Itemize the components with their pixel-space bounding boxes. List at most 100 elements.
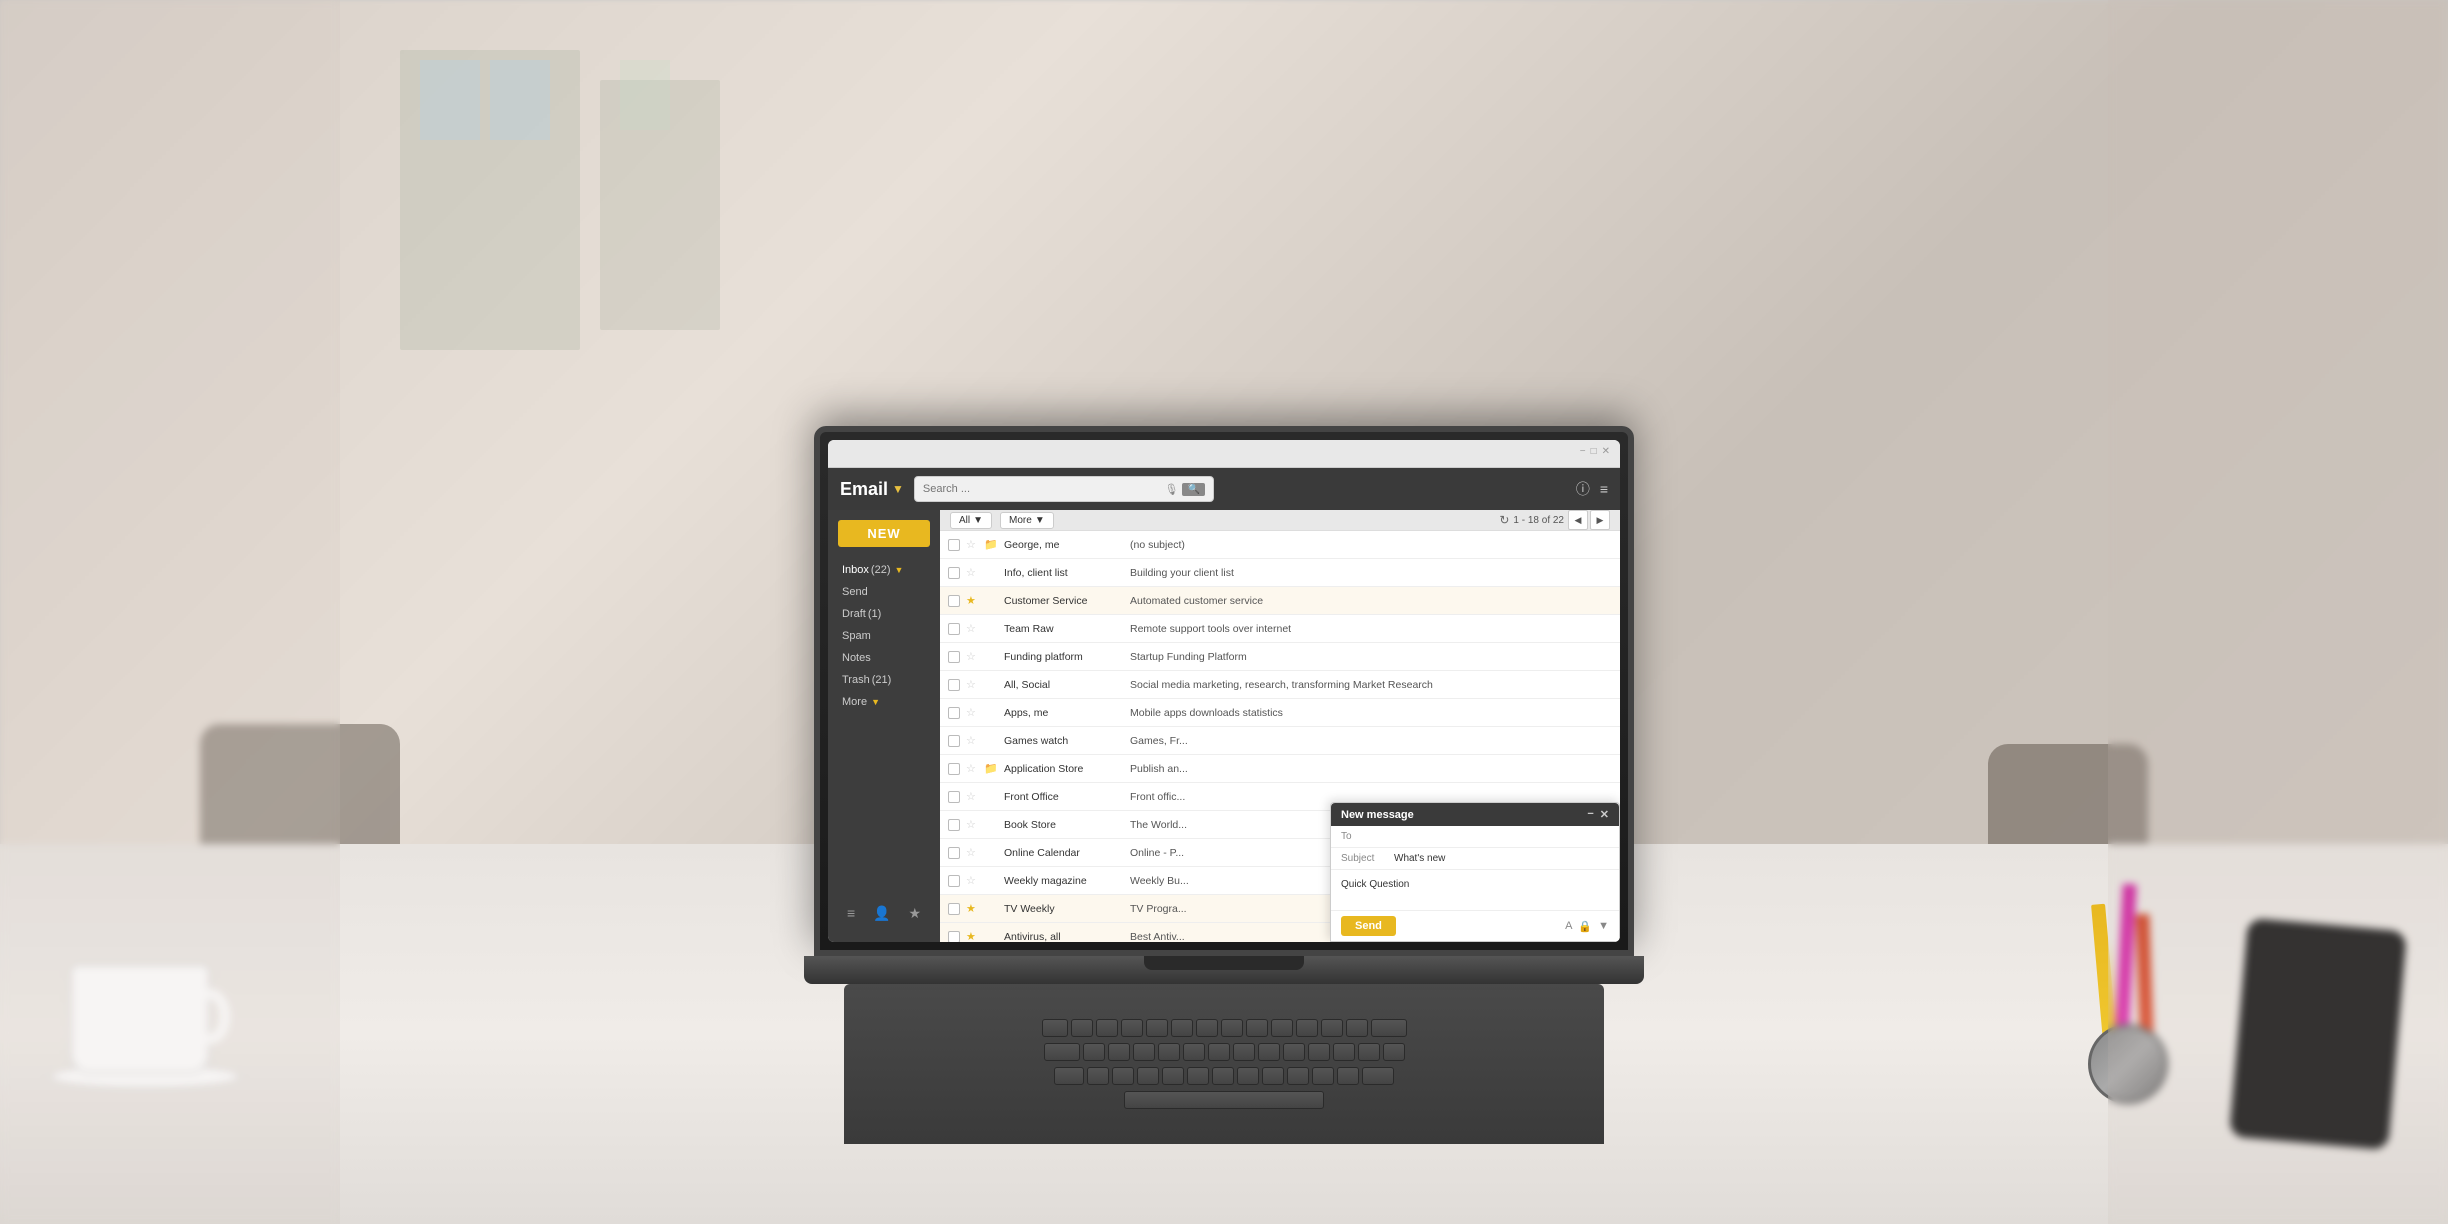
email-checkbox-2[interactable] — [948, 595, 960, 607]
email-flag-2[interactable]: ★ — [966, 594, 978, 607]
sidebar-item-trash[interactable]: Trash (21) — [828, 669, 940, 691]
email-checkbox-14[interactable] — [948, 931, 960, 943]
email-sender-0: George, me — [1004, 539, 1124, 551]
to-input[interactable] — [1394, 831, 1609, 842]
page-nav: ◀ ▶ — [1568, 510, 1610, 530]
search-icon[interactable]: 🔍 — [1182, 483, 1204, 496]
email-checkbox-5[interactable] — [948, 679, 960, 691]
sidebar-item-inbox[interactable]: Inbox (22) ▼ — [828, 559, 940, 581]
info-icon[interactable]: ⓘ — [1576, 479, 1590, 499]
email-flag-10[interactable]: ☆ — [966, 818, 978, 831]
text-format-icon[interactable]: A — [1565, 920, 1572, 933]
email-folder-icon-12 — [984, 875, 998, 887]
email-checkbox-7[interactable] — [948, 735, 960, 747]
popup-close-button[interactable]: ✕ — [1600, 808, 1609, 821]
email-flag-12[interactable]: ☆ — [966, 874, 978, 887]
email-checkbox-1[interactable] — [948, 567, 960, 579]
popup-minimize-button[interactable]: − — [1587, 808, 1593, 821]
subject-label: Subject — [1341, 853, 1386, 864]
email-checkbox-12[interactable] — [948, 875, 960, 887]
email-flag-5[interactable]: ☆ — [966, 678, 978, 691]
email-subject-3: Remote support tools over internet — [1130, 623, 1612, 635]
email-flag-6[interactable]: ☆ — [966, 706, 978, 719]
trash-label: Trash — [842, 674, 870, 686]
email-checkbox-6[interactable] — [948, 707, 960, 719]
sidebar-item-send[interactable]: Send — [828, 581, 940, 603]
lock-icon[interactable]: 🔒 — [1578, 920, 1592, 933]
email-sender-3: Team Raw — [1004, 623, 1124, 635]
email-row[interactable]: ☆ Info, client list Building your client… — [940, 559, 1620, 587]
email-flag-11[interactable]: ☆ — [966, 846, 978, 859]
email-row[interactable]: ☆ All, Social Social media marketing, re… — [940, 671, 1620, 699]
more-options-icon[interactable]: ▼ — [1598, 920, 1609, 933]
mic-icon[interactable]: 🎙 — [1165, 483, 1179, 496]
email-subject-1: Building your client list — [1130, 567, 1612, 579]
email-sender-12: Weekly magazine — [1004, 875, 1124, 887]
popup-header-btns: − ✕ — [1587, 808, 1609, 821]
send-button[interactable]: Send — [1341, 916, 1396, 936]
email-subject-6: Mobile apps downloads statistics — [1130, 707, 1612, 719]
sidebar-item-draft[interactable]: Draft (1) — [828, 603, 940, 625]
app-body: NEW Inbox (22) ▼ Send — [828, 510, 1620, 942]
email-checkbox-3[interactable] — [948, 623, 960, 635]
email-row[interactable]: ☆ Games watch Games, Fr... — [940, 727, 1620, 755]
email-folder-icon-4 — [984, 651, 998, 663]
email-row[interactable]: ★ Customer Service Automated customer se… — [940, 587, 1620, 615]
email-flag-4[interactable]: ☆ — [966, 650, 978, 663]
email-checkbox-13[interactable] — [948, 903, 960, 915]
email-flag-14[interactable]: ★ — [966, 930, 978, 942]
pagination-info: ↻ 1 - 18 of 22 ◀ ▶ — [1499, 510, 1610, 530]
more-button[interactable]: More ▼ — [1000, 512, 1054, 529]
notes-label: Notes — [842, 652, 871, 664]
inbox-badge: (22) — [871, 564, 891, 576]
favorites-icon[interactable]: ★ — [908, 905, 921, 922]
email-checkbox-0[interactable] — [948, 539, 960, 551]
search-input[interactable] — [923, 483, 1161, 495]
title-dropdown-arrow[interactable]: ▼ — [892, 482, 904, 496]
email-folder-icon-2 — [984, 595, 998, 607]
spam-label: Spam — [842, 630, 871, 642]
email-folder-icon-10 — [984, 819, 998, 831]
email-subject-0: (no subject) — [1130, 539, 1612, 551]
maximize-button[interactable]: □ — [1591, 446, 1597, 457]
sidebar-item-notes[interactable]: Notes — [828, 647, 940, 669]
header-right: ⓘ ≡ — [1576, 479, 1608, 499]
settings-icon[interactable]: ≡ — [847, 905, 855, 922]
email-checkbox-9[interactable] — [948, 791, 960, 803]
close-button[interactable]: ✕ — [1602, 446, 1610, 457]
email-row[interactable]: ☆ 📁 Application Store Publish an... — [940, 755, 1620, 783]
email-checkbox-8[interactable] — [948, 763, 960, 775]
prev-page-button[interactable]: ◀ — [1568, 510, 1588, 530]
email-flag-1[interactable]: ☆ — [966, 566, 978, 579]
next-page-button[interactable]: ▶ — [1590, 510, 1610, 530]
email-subject-2: Automated customer service — [1130, 595, 1612, 607]
email-flag-13[interactable]: ★ — [966, 902, 978, 915]
all-button[interactable]: All ▼ — [950, 512, 992, 529]
email-flag-0[interactable]: ☆ — [966, 538, 978, 551]
minimize-button[interactable]: − — [1580, 446, 1586, 457]
refresh-icon[interactable]: ↻ — [1499, 513, 1509, 527]
email-flag-8[interactable]: ☆ — [966, 762, 978, 775]
email-flag-7[interactable]: ☆ — [966, 734, 978, 747]
email-row[interactable]: ☆ Apps, me Mobile apps downloads statist… — [940, 699, 1620, 727]
trash-badge: (21) — [872, 674, 892, 686]
email-checkbox-4[interactable] — [948, 651, 960, 663]
list-toolbar: All ▼ More ▼ ↻ 1 - 18 of 22 — [940, 510, 1620, 531]
email-flag-9[interactable]: ☆ — [966, 790, 978, 803]
email-checkbox-10[interactable] — [948, 819, 960, 831]
contacts-icon[interactable]: 👤 — [873, 905, 890, 922]
sidebar-item-more[interactable]: More ▼ — [828, 691, 940, 713]
menu-icon[interactable]: ≡ — [1600, 481, 1608, 497]
email-checkbox-11[interactable] — [948, 847, 960, 859]
sidebar-item-spam[interactable]: Spam — [828, 625, 940, 647]
email-sender-9: Front Office — [1004, 791, 1124, 803]
email-row[interactable]: ☆ 📁 George, me (no subject) — [940, 531, 1620, 559]
to-label: To — [1341, 831, 1386, 842]
email-sender-8: Application Store — [1004, 763, 1124, 775]
new-button[interactable]: NEW — [838, 520, 930, 547]
email-row[interactable]: ☆ Team Raw Remote support tools over int… — [940, 615, 1620, 643]
email-folder-icon-11 — [984, 847, 998, 859]
email-subject-4: Startup Funding Platform — [1130, 651, 1612, 663]
email-row[interactable]: ☆ Funding platform Startup Funding Platf… — [940, 643, 1620, 671]
email-flag-3[interactable]: ☆ — [966, 622, 978, 635]
